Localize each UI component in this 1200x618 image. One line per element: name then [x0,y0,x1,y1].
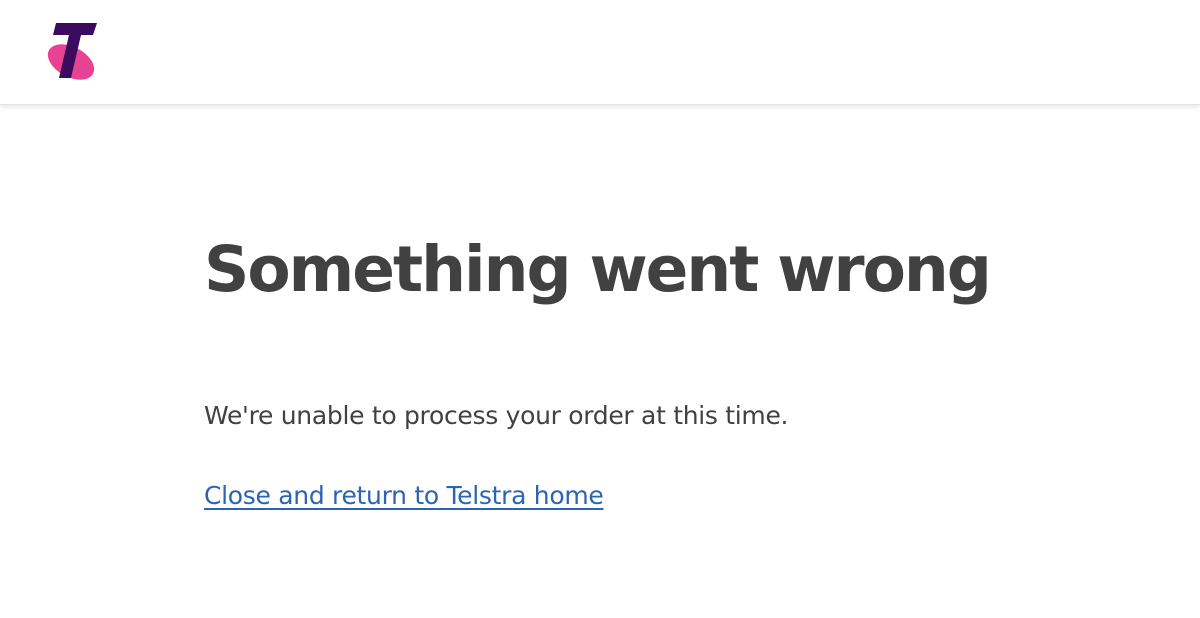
site-header [0,0,1200,105]
telstra-logo-icon[interactable] [43,20,101,82]
page-title: Something went wrong [204,233,992,306]
error-content: Something went wrong We're unable to pro… [204,220,1104,510]
telstra-logo-graphic [47,23,97,80]
close-and-return-home-link[interactable]: Close and return to Telstra home [204,478,604,514]
error-message: We're unable to process your order at th… [204,401,789,430]
